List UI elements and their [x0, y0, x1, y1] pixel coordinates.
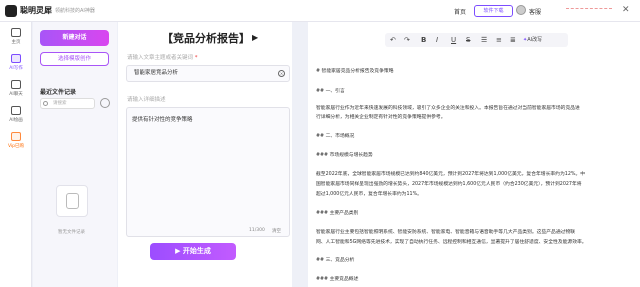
generate-button[interactable]: ▶ 开始生成: [150, 243, 236, 260]
topic-label-text: 请输入文章主题或者关键词: [127, 55, 194, 61]
clear-button[interactable]: 清空: [272, 228, 281, 234]
home-icon: [11, 28, 21, 37]
output-line: ### 主要产品类别: [316, 211, 359, 216]
required-mark: *: [194, 55, 198, 61]
close-icon[interactable]: ✕: [622, 5, 630, 15]
output-line: 智能家居行业主要包括智能照明系统、智能安防系统、智能家电、智能音箱与语音助手等几…: [316, 230, 576, 235]
char-count: 11/300: [249, 228, 265, 233]
page-title: 【竞品分析报告】: [162, 32, 250, 45]
underline-icon[interactable]: U: [451, 33, 456, 47]
output-line: 截至2022年底，全球智能家居市场规模已达到约840亿美元，预计到2027年将达…: [316, 172, 586, 177]
promo-banner[interactable]: [566, 8, 612, 13]
output-line: ## 三、竞品分析: [316, 258, 355, 263]
list-icon[interactable]: ☰: [481, 33, 487, 47]
output-line: 网、人工智能和5G网络等先进技术，实现了自动执行任务、远程控制和相互通信，显著提…: [316, 240, 587, 245]
nav-item-ai-chat[interactable]: AI聊天: [0, 80, 32, 97]
detail-label: 请输入详细描述: [127, 97, 166, 103]
output-line: ### 主要竞品概述: [316, 277, 359, 282]
nav-label: AI写作: [9, 66, 23, 71]
file-search-input[interactable]: 请搜索: [40, 98, 95, 109]
support-link[interactable]: 客服: [529, 7, 541, 16]
output-line: # 智能家居竞品分析报告及竞争策略: [316, 69, 394, 74]
app-logo-icon: [5, 5, 17, 17]
nav-label: Vip已购: [7, 144, 25, 149]
brand-slogan: 领航科技的AI神器: [55, 8, 95, 14]
empty-state-illustration: [56, 185, 88, 217]
topic-label: 请输入文章主题或者关键词 *: [127, 53, 198, 61]
output-line: ## 一、引言: [316, 89, 345, 94]
output-line: ### 市场规模与增长趋势: [316, 153, 373, 158]
output-line: 智能家居行业作为近年来快速发展的科技领域，吸引了众多企业的关注和投入。本报告旨在…: [316, 106, 580, 111]
nav-label: AI绘画: [9, 118, 23, 123]
template-button[interactable]: 选择模版创作: [40, 52, 109, 66]
nav-label: AI聊天: [9, 92, 23, 97]
nav-item-ai-writing[interactable]: AI写作: [0, 54, 32, 71]
ai-rewrite-label: AI改写: [527, 37, 543, 43]
output-line: 超过1,000亿元人民币，复合年增长率约为11%。: [316, 192, 422, 197]
nav-item-ai-paint[interactable]: AI绘画: [0, 106, 32, 123]
recent-files-title: 最近文件记录: [40, 89, 77, 96]
output-line: 行详细分析，为相关企业制定有针对性的竞争策略提供参考。: [316, 115, 446, 120]
document-icon: [66, 193, 79, 209]
chat-icon: [11, 80, 21, 89]
clear-topic-icon[interactable]: ×: [278, 70, 285, 77]
pen-icon: [11, 54, 21, 63]
brand-name: 聪明灵犀: [20, 6, 52, 15]
home-link[interactable]: 首页: [454, 7, 466, 16]
redo-icon[interactable]: ↷: [404, 33, 410, 47]
search-icon: [43, 101, 48, 106]
top-bar: 聪明灵犀 领航科技的AI神器 首页 软件下载 客服 ✕: [0, 0, 640, 22]
bold-icon[interactable]: B: [421, 33, 426, 47]
empty-state-text: 暂无文件记录: [58, 230, 85, 235]
nav-item-home[interactable]: 主页: [0, 28, 32, 45]
topic-input[interactable]: 智能家居竞品分析: [126, 65, 290, 82]
nav-item-vip[interactable]: Vip已购: [0, 132, 32, 149]
output-line: 国智能家居市场同样呈现出强劲的增长势头，2027年市场规模达到约1,600亿元人…: [316, 182, 582, 187]
vip-icon: [11, 132, 21, 141]
nav-label: 主页: [11, 40, 21, 45]
paint-icon: [11, 106, 21, 115]
download-button[interactable]: 软件下载: [474, 5, 513, 17]
align-icon[interactable]: ≣: [510, 33, 516, 47]
left-nav: 主页 AI写作 AI聊天 AI绘画 Vip已购: [0, 22, 32, 287]
generate-label: 开始生成: [182, 247, 211, 255]
undo-icon[interactable]: ↶: [390, 33, 396, 47]
avatar[interactable]: [516, 5, 526, 15]
ordered-list-icon[interactable]: ≡: [496, 33, 502, 47]
ai-rewrite-button[interactable]: ✦AI改写: [523, 36, 542, 43]
panel-divider: [293, 22, 308, 287]
detail-textarea[interactable]: [126, 107, 290, 237]
new-chat-button[interactable]: 新建对话: [40, 30, 109, 46]
play-icon: ▶: [252, 33, 259, 42]
detail-text: 提供有针对性的竞争策略: [132, 117, 193, 123]
strikethrough-icon[interactable]: S: [466, 33, 470, 47]
output-line: ## 二、市场概况: [316, 134, 355, 139]
filter-icon[interactable]: [100, 98, 110, 108]
italic-icon[interactable]: I: [436, 33, 438, 47]
